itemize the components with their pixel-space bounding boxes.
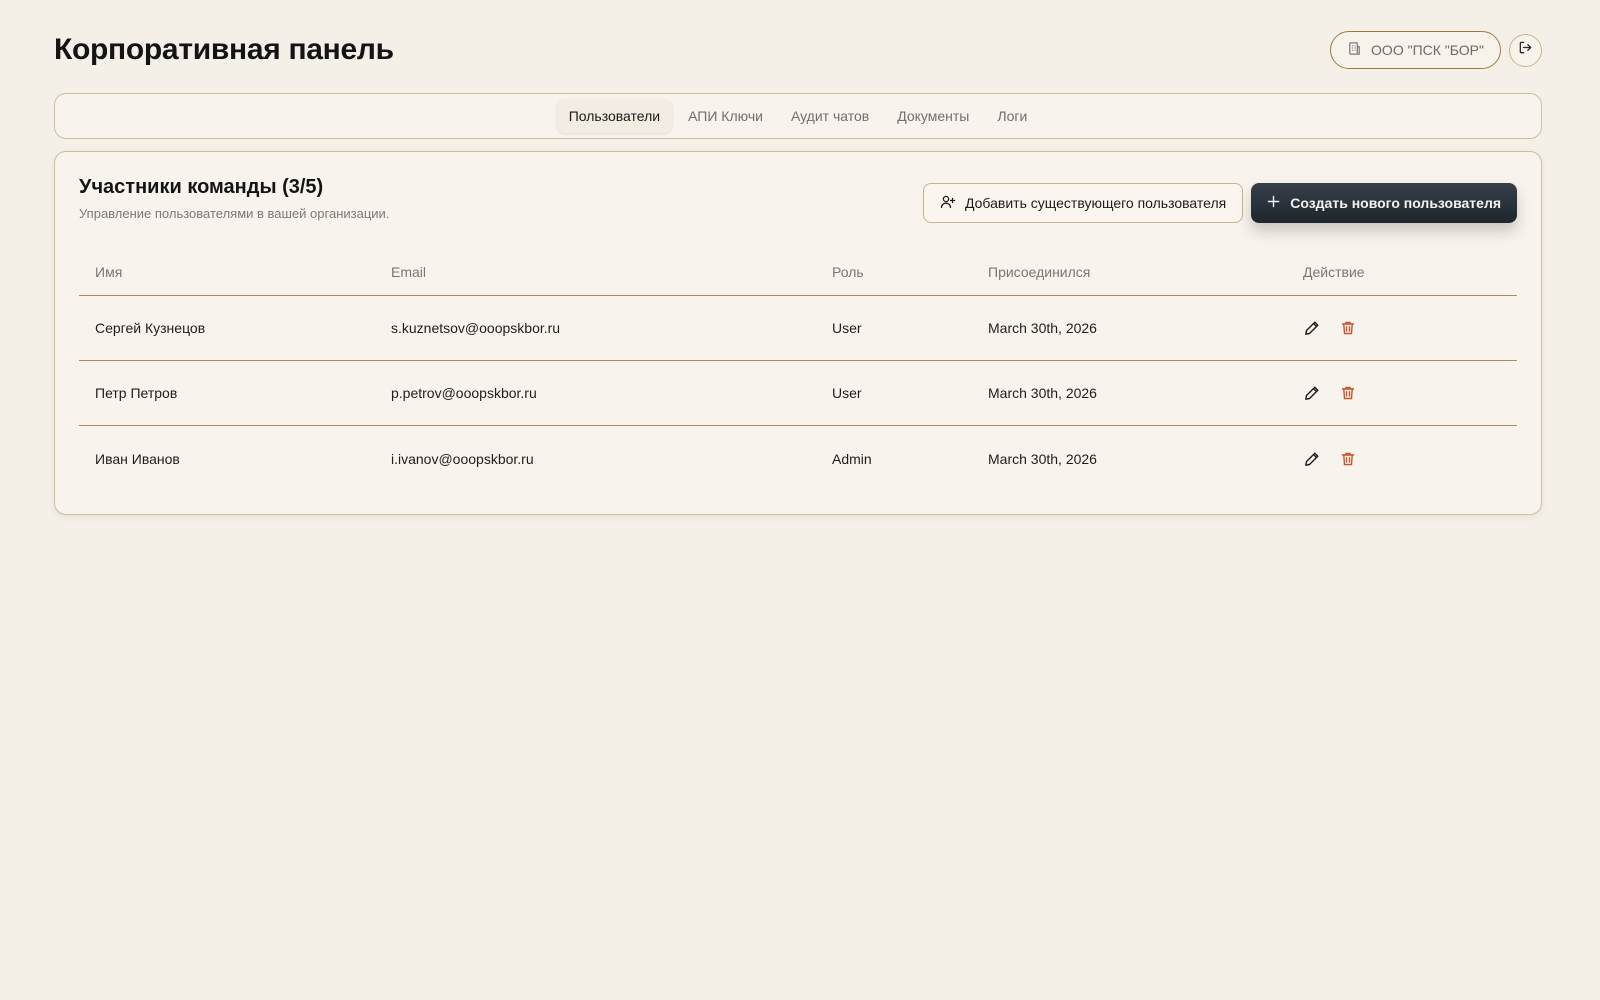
column-header-email: Email	[391, 263, 427, 280]
column-header-role: Роль	[832, 263, 864, 280]
user-email: i.ivanov@ooopskbor.ru	[391, 450, 534, 467]
table-header-row: Имя Email Роль Присоединился Действие	[79, 248, 1517, 296]
user-plus-icon	[940, 194, 956, 213]
create-user-label: Создать нового пользователя	[1290, 195, 1501, 211]
tab-logs[interactable]: Логи	[985, 99, 1039, 133]
pencil-icon[interactable]	[1303, 384, 1321, 402]
tab-api-keys[interactable]: АПИ Ключи	[676, 99, 775, 133]
card-title: Участники команды (3/5)	[79, 176, 324, 198]
user-joined: March 30th, 2026	[988, 320, 1097, 336]
page-header: Корпоративная панель ООО "ПСК "БОР"	[54, 28, 1542, 72]
tab-users[interactable]: Пользователи	[556, 99, 673, 133]
tabs-bar: Пользователи АПИ Ключи Аудит чатов Докум…	[54, 93, 1542, 139]
table-row: Сергей Кузнецов s.kuznetsov@ooopskbor.ru…	[79, 296, 1517, 361]
table-row: Петр Петров p.petrov@ooopskbor.ru User M…	[79, 361, 1517, 426]
user-joined: March 30th, 2026	[988, 385, 1097, 401]
row-actions	[1303, 450, 1517, 468]
add-existing-user-label: Добавить существующего пользователя	[965, 195, 1227, 211]
row-actions	[1303, 319, 1517, 337]
column-header-name: Имя	[95, 263, 123, 280]
card-subtitle: Управление пользователями в вашей органи…	[79, 206, 390, 221]
user-role: User	[832, 385, 862, 401]
users-table: Имя Email Роль Присоединился Действие Се…	[79, 248, 1517, 491]
organization-name: ООО "ПСК "БОР"	[1371, 42, 1484, 58]
user-email: p.petrov@ooopskbor.ru	[391, 385, 537, 401]
user-joined: March 30th, 2026	[988, 450, 1097, 467]
organization-badge[interactable]: ООО "ПСК "БОР"	[1330, 31, 1501, 69]
user-email: s.kuznetsov@ooopskbor.ru	[391, 320, 561, 336]
card-heading: Участники команды (3/5) Управление польз…	[79, 176, 389, 221]
trash-icon[interactable]	[1339, 384, 1357, 402]
table-row: Иван Иванов i.ivanov@ooopskbor.ru Admin …	[79, 426, 1517, 491]
column-header-joined: Присоединился	[988, 263, 1091, 280]
team-members-card: Участники команды (3/5) Управление польз…	[54, 151, 1542, 515]
trash-icon[interactable]	[1339, 450, 1357, 468]
logout-button[interactable]	[1509, 33, 1542, 67]
trash-icon[interactable]	[1339, 319, 1357, 337]
page-title: Корпоративная панель	[54, 33, 394, 66]
pencil-icon[interactable]	[1303, 450, 1321, 468]
card-header: Участники команды (3/5) Управление польз…	[79, 176, 1517, 224]
user-role: Admin	[832, 450, 872, 467]
tab-chat-audit[interactable]: Аудит чатов	[779, 99, 881, 133]
user-name: Иван Иванов	[95, 450, 180, 467]
pencil-icon[interactable]	[1303, 319, 1321, 337]
card-actions: Добавить существующего пользователя Созд…	[923, 183, 1517, 223]
tab-documents[interactable]: Документы	[885, 99, 981, 133]
logout-icon	[1518, 40, 1533, 60]
user-name: Петр Петров	[95, 385, 178, 401]
plus-icon	[1267, 195, 1280, 211]
add-existing-user-button[interactable]: Добавить существующего пользователя	[923, 183, 1244, 223]
user-name: Сергей Кузнецов	[95, 320, 206, 336]
column-header-actions: Действие	[1303, 263, 1365, 280]
header-actions: ООО "ПСК "БОР"	[1330, 31, 1542, 69]
row-actions	[1303, 384, 1517, 402]
create-user-button[interactable]: Создать нового пользователя	[1251, 183, 1517, 223]
user-role: User	[832, 320, 862, 336]
building-icon	[1347, 41, 1362, 59]
